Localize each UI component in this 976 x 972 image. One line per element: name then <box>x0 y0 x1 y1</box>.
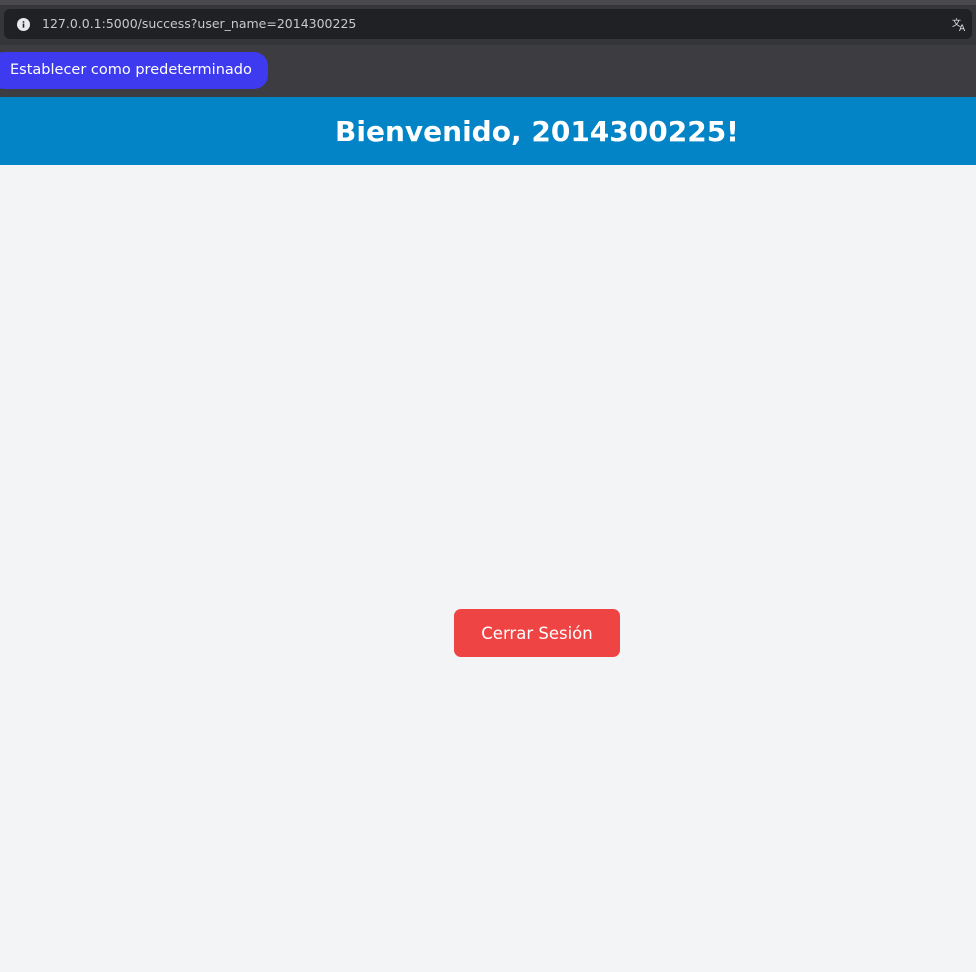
info-icon[interactable] <box>17 18 30 31</box>
welcome-header: Bienvenido, 2014300225! <box>0 97 976 165</box>
translate-icon[interactable]: 文 A <box>952 16 968 34</box>
url-text[interactable]: 127.0.0.1:5000/success?user_name=2014300… <box>42 16 356 31</box>
address-bar[interactable]: 127.0.0.1:5000/success?user_name=2014300… <box>4 9 972 39</box>
main-content: Cerrar Sesión <box>0 165 976 972</box>
default-browser-bar: Establecer como predeterminado <box>0 45 976 97</box>
svg-text:A: A <box>959 24 966 32</box>
page-title: Bienvenido, 2014300225! <box>335 114 739 148</box>
logout-button[interactable]: Cerrar Sesión <box>454 609 620 657</box>
set-default-button[interactable]: Establecer como predeterminado <box>0 52 268 89</box>
browser-toolbar: 127.0.0.1:5000/success?user_name=2014300… <box>0 5 976 45</box>
